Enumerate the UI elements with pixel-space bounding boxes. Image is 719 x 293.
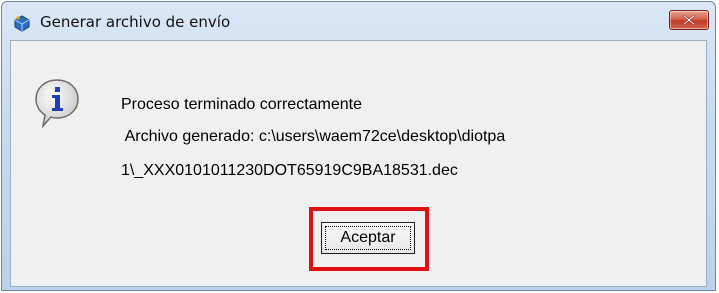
title-bar[interactable]: Generar archivo de envío <box>2 2 715 40</box>
close-x-icon <box>683 15 695 25</box>
dialog-body: Proceso terminado correctamente Archivo … <box>10 40 707 287</box>
java-cup-icon <box>12 14 32 32</box>
message-line-3: 1\_XXX0101011230DOT65919C9BA18531.dec <box>121 162 458 179</box>
message-line-1: Proceso terminado correctamente <box>121 96 362 113</box>
accept-button[interactable]: Aceptar <box>321 222 415 254</box>
info-icon <box>34 78 80 129</box>
message-line-2: Archivo generado: c:\users\waem72ce\desk… <box>121 128 506 145</box>
dialog-window: Generar archivo de envío Proceso termina… <box>1 1 716 291</box>
close-button[interactable] <box>669 10 709 30</box>
accept-button-label: Aceptar <box>340 229 396 246</box>
window-title: Generar archivo de envío <box>40 13 231 31</box>
